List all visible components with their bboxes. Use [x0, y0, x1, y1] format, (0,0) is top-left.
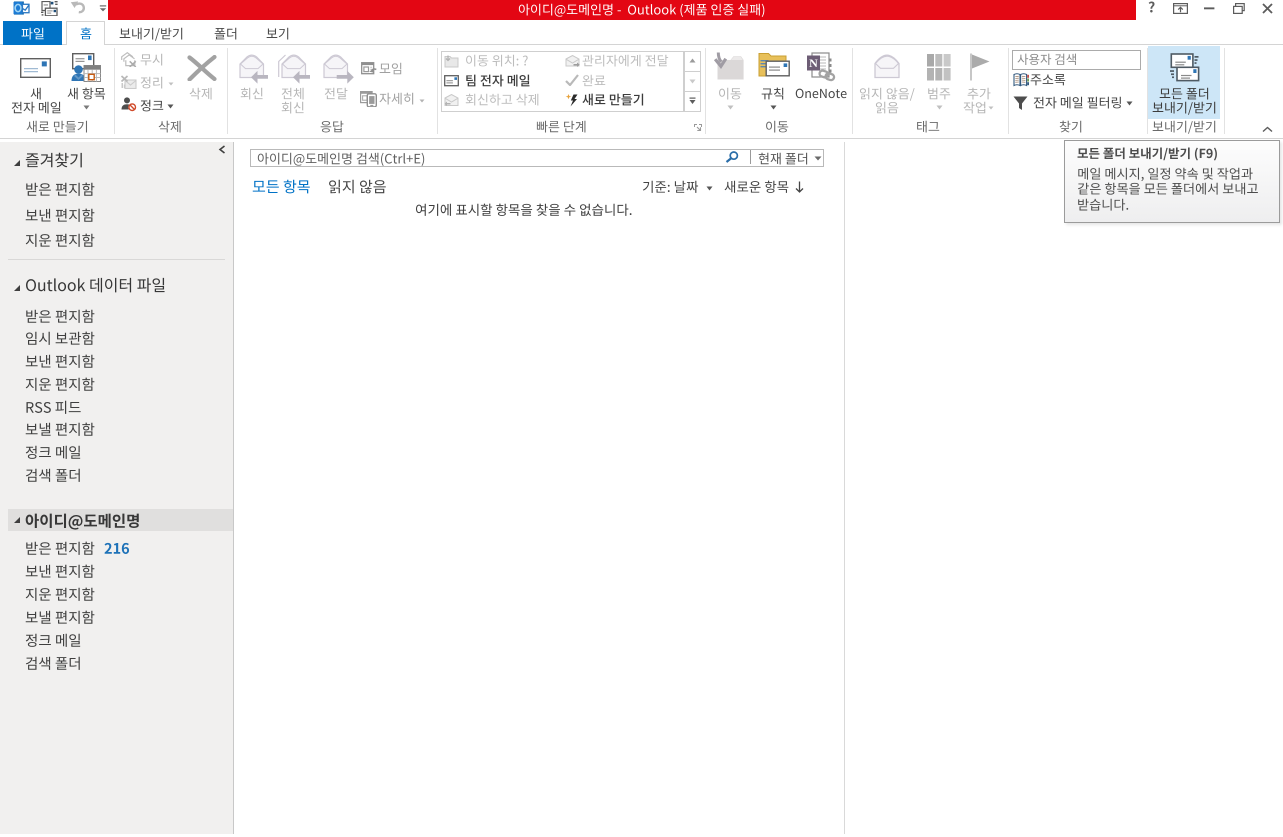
svg-text:N: N — [809, 56, 818, 70]
